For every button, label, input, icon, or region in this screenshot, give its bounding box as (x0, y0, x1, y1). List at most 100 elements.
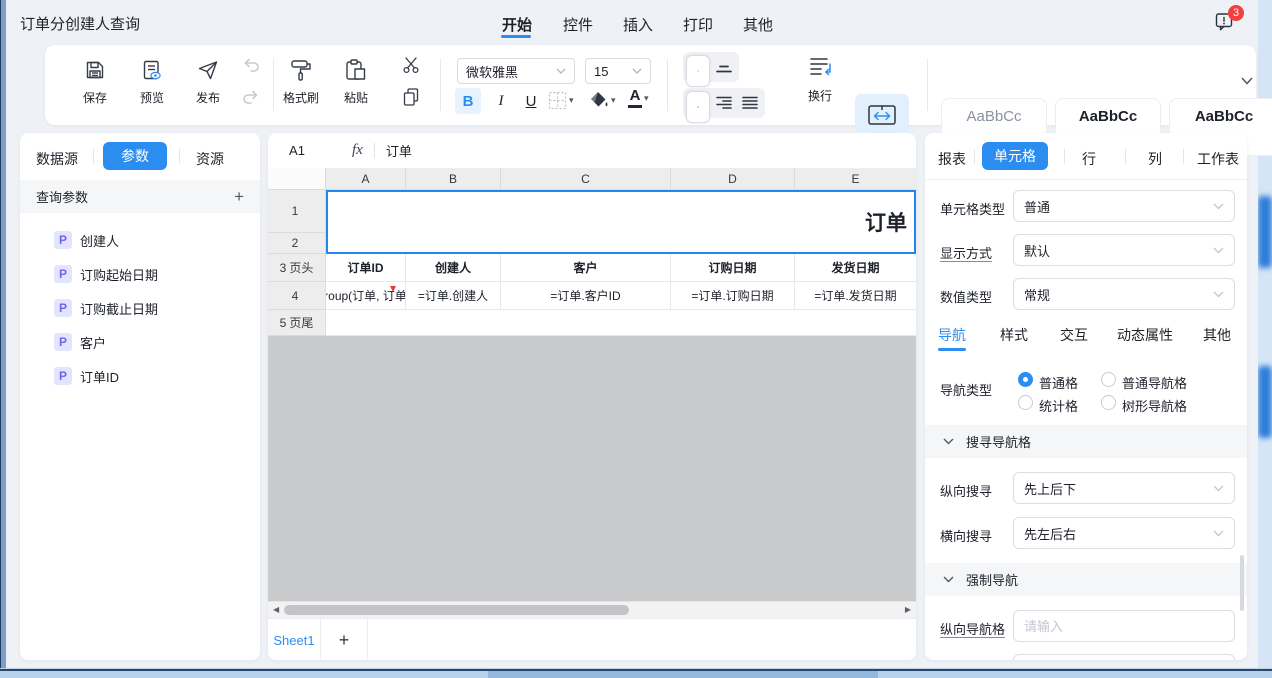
search-nav-section-header[interactable]: 搜寻导航格 (925, 425, 1247, 458)
tab-report[interactable]: 报表 (938, 145, 966, 173)
save-button[interactable]: 保存 (72, 55, 118, 106)
notification-button[interactable]: 3 (1213, 10, 1243, 40)
tab-cell[interactable]: 单元格 (982, 142, 1048, 170)
radio-label-tree-nav-cell[interactable]: 树形导航格 (1122, 396, 1187, 415)
row-header-5-page-footer[interactable]: 5页尾 (268, 310, 326, 336)
underline-button[interactable]: U (518, 88, 544, 114)
bold-button[interactable]: B (455, 88, 481, 114)
tab-worksheet[interactable]: 工作表 (1197, 145, 1239, 173)
formula-input[interactable]: 订单 (386, 141, 412, 160)
tab-column[interactable]: 列 (1148, 145, 1162, 173)
align-right-button[interactable] (712, 91, 736, 115)
undo-button[interactable] (241, 56, 261, 76)
align-bottom-button[interactable] (712, 55, 736, 79)
redo-button[interactable] (241, 88, 261, 108)
font-color-button[interactable]: A ▾ (628, 88, 649, 108)
scroll-right-arrow[interactable]: ▶ (905, 605, 911, 614)
italic-button[interactable]: I (488, 88, 514, 114)
param-item-creator[interactable]: P 创建人 (20, 223, 260, 257)
add-sheet-button[interactable]: + (321, 619, 368, 660)
vertical-search-select[interactable]: 先上后下 (1013, 472, 1235, 504)
vertical-nav-cell-input[interactable] (1013, 610, 1235, 642)
format-painter-button[interactable]: 格式刷 (278, 55, 324, 106)
subtab-other[interactable]: 其他 (1203, 325, 1231, 345)
font-family-select[interactable]: 微软雅黑 (457, 58, 575, 84)
radio-tree-nav-cell[interactable] (1101, 395, 1116, 410)
row-header-3-page-header[interactable]: 3页头 (268, 254, 326, 282)
align-center-button[interactable] (686, 91, 710, 123)
column-header-E[interactable]: E (795, 168, 916, 190)
menu-tab-insert[interactable]: 插入 (623, 14, 653, 35)
tab-parameters[interactable]: 参数 (103, 142, 167, 170)
radio-label-normal-cell[interactable]: 普通格 (1039, 373, 1078, 392)
row-header-2[interactable]: 2 (268, 233, 326, 254)
param-item-order-end-date[interactable]: P 订购截止日期 (20, 291, 260, 325)
cell-E4[interactable]: =订单.发货日期 (795, 282, 916, 310)
active-tab-underline (501, 35, 531, 38)
column-header-B[interactable]: B (406, 168, 501, 190)
param-item-customer[interactable]: P 客户 (20, 325, 260, 359)
column-header-C[interactable]: C (501, 168, 671, 190)
cell-type-select[interactable]: 普通 (1013, 190, 1235, 222)
column-header-D[interactable]: D (671, 168, 795, 190)
paste-button[interactable]: 粘贴 (333, 55, 379, 106)
cell-B3[interactable]: 创建人 (406, 254, 501, 282)
font-size-select[interactable]: 15 (585, 58, 651, 84)
cell-C3[interactable]: 客户 (501, 254, 671, 282)
grid-corner[interactable] (268, 168, 326, 190)
force-nav-section-header[interactable]: 强制导航 (925, 563, 1247, 596)
cell-E3[interactable]: 发货日期 (795, 254, 916, 282)
font-color-A-icon: A (628, 88, 642, 108)
number-type-select[interactable]: 常规 (1013, 278, 1235, 310)
borders-button[interactable]: ▾ (548, 91, 574, 110)
preview-button[interactable]: 预览 (129, 55, 175, 106)
menu-tab-print[interactable]: 打印 (683, 14, 713, 35)
display-mode-select[interactable]: 默认 (1013, 234, 1235, 266)
publish-button[interactable]: 发布 (185, 55, 231, 106)
tab-datasource[interactable]: 数据源 (36, 145, 78, 173)
radio-normal-cell[interactable] (1018, 372, 1033, 387)
param-item-order-start-date[interactable]: P 订购起始日期 (20, 257, 260, 291)
tab-resources[interactable]: 资源 (196, 145, 224, 173)
cut-button[interactable] (401, 55, 421, 75)
subtab-navigation[interactable]: 导航 (938, 325, 966, 345)
subtab-dynamic-props[interactable]: 动态属性 (1117, 325, 1173, 345)
subtab-interaction[interactable]: 交互 (1060, 325, 1088, 345)
copy-button[interactable] (402, 87, 420, 107)
cell-D4[interactable]: =订单.订购日期 (671, 282, 795, 310)
row-header-4[interactable]: 4 (268, 282, 326, 310)
cell-D3[interactable]: 订购日期 (671, 254, 795, 282)
style-gallery-expand-button[interactable] (1241, 77, 1253, 85)
align-middle-button[interactable] (686, 55, 710, 87)
selection-merged-cell[interactable]: 订单 (326, 190, 916, 254)
add-parameter-button[interactable]: + (234, 187, 244, 207)
wrap-text-button[interactable]: 换行 (797, 53, 843, 104)
param-item-order-id[interactable]: P 订单ID (20, 359, 260, 393)
menu-tab-widgets[interactable]: 控件 (563, 14, 593, 35)
column-header-A[interactable]: A (326, 168, 406, 190)
row-header-1[interactable]: 1 (268, 190, 326, 233)
cell-A4[interactable]: roup(订单, 订单 (326, 282, 406, 310)
scroll-left-arrow[interactable]: ◀ (273, 605, 279, 614)
subtab-style[interactable]: 样式 (1000, 325, 1028, 345)
cell-reference-box[interactable]: A1 (268, 143, 326, 158)
menu-tab-other[interactable]: 其他 (743, 14, 773, 35)
radio-label-stats-cell[interactable]: 统计格 (1039, 396, 1078, 415)
cell-B4[interactable]: =订单.创建人 (406, 282, 501, 310)
radio-stats-cell[interactable] (1018, 395, 1033, 410)
cell-C4[interactable]: =订单.客户ID (501, 282, 671, 310)
menu-tab-home[interactable]: 开始 (502, 14, 532, 35)
horizontal-scrollbar-thumb[interactable] (284, 605, 629, 615)
tab-row[interactable]: 行 (1082, 145, 1096, 173)
cell-A3[interactable]: 订单ID (326, 254, 406, 282)
radio-normal-nav-cell[interactable] (1101, 372, 1116, 387)
horizontal-search-select[interactable]: 先左后右 (1013, 517, 1235, 549)
panel-scrollbar-thumb[interactable] (1240, 555, 1244, 611)
radio-label-normal-nav-cell[interactable]: 普通导航格 (1122, 373, 1187, 392)
align-justify-button[interactable] (738, 91, 762, 115)
page-footer-row[interactable] (326, 310, 916, 336)
horizontal-scrollbar[interactable]: ◀ ▶ (268, 601, 916, 618)
sheet-tab-sheet1[interactable]: Sheet1 (268, 619, 321, 660)
clipped-next-input[interactable] (1013, 654, 1235, 660)
fill-color-button[interactable]: ▾ (589, 90, 616, 110)
